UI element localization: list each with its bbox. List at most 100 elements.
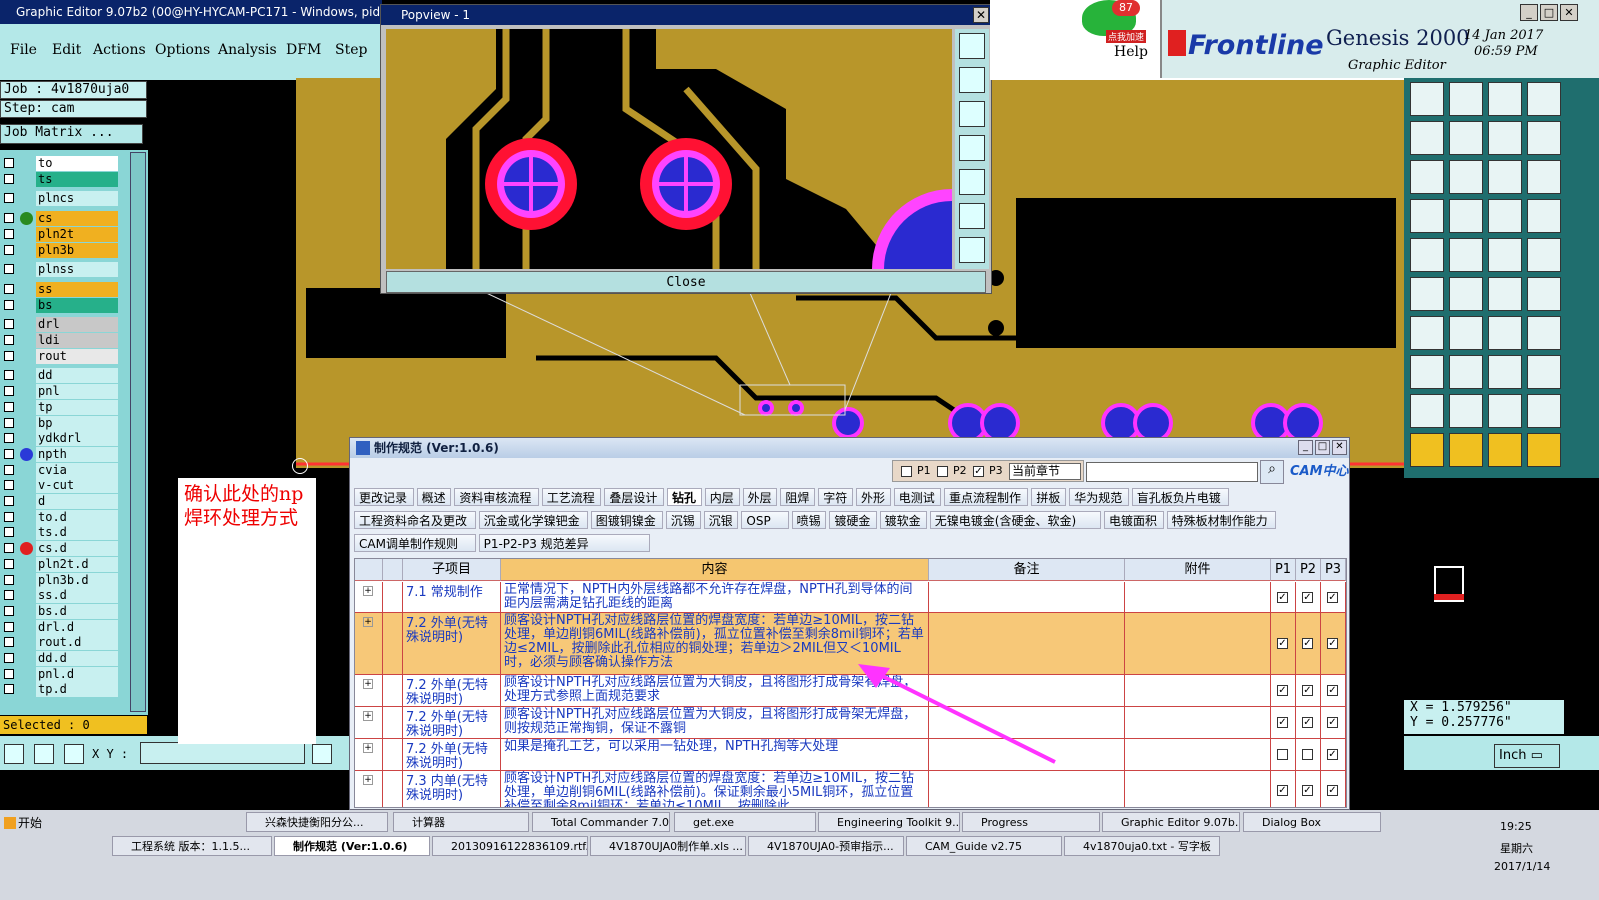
tab-row2-10[interactable]: 电镀面积 bbox=[1104, 511, 1164, 529]
tab-row2-11[interactable]: 特殊板材制作能力 bbox=[1166, 511, 1276, 529]
dash-icon[interactable] bbox=[1449, 355, 1483, 389]
taskbar-item[interactable]: 兴森快捷衡阳分公... bbox=[246, 812, 388, 832]
popview-fit-icon[interactable] bbox=[959, 33, 985, 59]
menu-step[interactable]: Step bbox=[335, 42, 367, 58]
expand-icon[interactable]: + bbox=[363, 617, 373, 627]
filter-p3-checkbox[interactable]: ✓ bbox=[973, 466, 984, 477]
zoom-tool-icon[interactable] bbox=[4, 744, 24, 764]
tab-row1-6[interactable]: 内层 bbox=[704, 488, 740, 506]
popview-close-button[interactable]: Close bbox=[386, 271, 986, 293]
filter-p2-checkbox[interactable] bbox=[937, 466, 948, 477]
tab-row2-7[interactable]: 镀硬金 bbox=[829, 511, 877, 529]
layer-row[interactable]: dd bbox=[0, 368, 120, 384]
row-selector[interactable] bbox=[383, 582, 403, 612]
layer-row[interactable]: npth bbox=[0, 446, 120, 462]
dialog-close-icon[interactable]: ✕ bbox=[1332, 440, 1347, 455]
expand-icon[interactable]: + bbox=[363, 711, 373, 721]
layer-row[interactable]: ts.d bbox=[0, 525, 120, 541]
xy-input[interactable] bbox=[140, 742, 305, 764]
menu-dfm[interactable]: DFM bbox=[286, 42, 321, 58]
layer-row[interactable]: pln3b.d bbox=[0, 572, 120, 588]
layer-row[interactable]: plncs bbox=[0, 191, 120, 207]
menu-edit[interactable]: Edit bbox=[52, 42, 81, 58]
info-icon[interactable] bbox=[312, 744, 332, 764]
layer-row[interactable]: tp.d bbox=[0, 682, 120, 698]
layer-checkbox[interactable] bbox=[4, 621, 14, 632]
expand-icon[interactable]: + bbox=[363, 743, 373, 753]
table-row[interactable]: +7.3 内单(无特殊说明时) 顾客设计NPTH孔对应线路层位置的焊盘宽度：若单边… bbox=[355, 771, 1346, 807]
taskbar-item[interactable]: 4V1870UJA0-预审指示... bbox=[748, 836, 904, 856]
copy-icon[interactable] bbox=[1527, 355, 1561, 389]
popview-pan-down-icon[interactable] bbox=[959, 101, 985, 127]
taskbar-item[interactable]: 4V1870UJA0制作单.xls ... bbox=[590, 836, 746, 856]
arrow3-icon[interactable] bbox=[1488, 433, 1522, 467]
arc-icon[interactable] bbox=[1527, 277, 1561, 311]
arrow-icon[interactable] bbox=[1410, 433, 1444, 467]
tab-row3-0[interactable]: CAM调单制作规则 bbox=[354, 534, 476, 552]
row-selector[interactable] bbox=[383, 771, 403, 807]
tri2-icon[interactable] bbox=[1449, 394, 1483, 428]
tab-row2-2[interactable]: 图镀铜镍金 bbox=[590, 511, 663, 529]
layer-row[interactable]: ss.d bbox=[0, 588, 120, 604]
menu-options[interactable]: Options bbox=[155, 42, 210, 58]
tab-row2-1[interactable]: 沉金或化学镍钯金 bbox=[478, 511, 588, 529]
row-p2-checkbox[interactable]: ✓ bbox=[1302, 591, 1313, 603]
layer-row[interactable]: cs.d bbox=[0, 541, 120, 557]
tab-row1-3[interactable]: 工艺流程 bbox=[541, 488, 602, 506]
layer-row[interactable]: ldi bbox=[0, 333, 120, 348]
popview-canvas[interactable] bbox=[386, 29, 952, 269]
arrow2-icon[interactable] bbox=[1449, 433, 1483, 467]
netlist-icon[interactable] bbox=[1527, 199, 1561, 233]
tab-row1-5[interactable]: 钻孔 bbox=[667, 488, 702, 506]
row-p2-checkbox[interactable] bbox=[1302, 749, 1313, 760]
row-p1-checkbox[interactable] bbox=[1277, 749, 1288, 760]
overview-panel[interactable] bbox=[1404, 478, 1599, 700]
layer-checkbox[interactable] bbox=[4, 401, 14, 412]
tri3-icon[interactable] bbox=[1488, 394, 1522, 428]
layer-row[interactable]: ss bbox=[0, 281, 120, 297]
expand-icon[interactable]: + bbox=[363, 679, 373, 689]
taskbar-item[interactable]: 20130916122836109.rtf... bbox=[432, 836, 588, 856]
back-icon[interactable] bbox=[1410, 121, 1444, 155]
mirror-icon[interactable] bbox=[1527, 316, 1561, 350]
layer-checkbox[interactable] bbox=[4, 283, 14, 294]
layer-checkbox[interactable] bbox=[4, 386, 14, 397]
layer-checkbox[interactable] bbox=[4, 464, 14, 475]
layer-checkbox[interactable] bbox=[4, 433, 14, 444]
layer-row[interactable]: dd.d bbox=[0, 651, 120, 666]
layer-checkbox[interactable] bbox=[4, 543, 14, 554]
split-icon[interactable] bbox=[1488, 355, 1522, 389]
row-p2-checkbox[interactable]: ✓ bbox=[1302, 685, 1313, 696]
row-p3-checkbox[interactable]: ✓ bbox=[1327, 638, 1338, 649]
tab-row1-1[interactable]: 概述 bbox=[416, 488, 452, 506]
layer-checkbox[interactable] bbox=[4, 417, 14, 428]
layer-checkbox[interactable] bbox=[4, 173, 14, 184]
tab-row1-9[interactable]: 字符 bbox=[818, 488, 853, 506]
measure-icon[interactable] bbox=[1488, 238, 1522, 272]
tab-row1-10[interactable]: 外形 bbox=[856, 488, 891, 506]
tab-row1-15[interactable]: 盲孔板负片电镀 bbox=[1131, 488, 1229, 506]
row-p3-checkbox[interactable]: ✓ bbox=[1327, 717, 1338, 728]
layer-row[interactable]: bs bbox=[0, 297, 120, 313]
rotate-icon[interactable] bbox=[1488, 316, 1522, 350]
layer-row[interactable]: pln3b bbox=[0, 242, 120, 258]
tab-row1-4[interactable]: 叠层设计 bbox=[604, 488, 664, 506]
layer-row[interactable]: cs bbox=[0, 211, 120, 227]
line-icon[interactable] bbox=[1488, 277, 1522, 311]
layer-row[interactable]: d bbox=[0, 494, 120, 509]
taskbar-item[interactable]: 计算器 bbox=[393, 812, 529, 832]
taskbar-item[interactable]: Engineering Toolkit 9.... bbox=[818, 812, 960, 832]
layer-checkbox[interactable] bbox=[4, 244, 14, 255]
flip-icon[interactable] bbox=[1449, 238, 1483, 272]
slope-icon[interactable] bbox=[1449, 316, 1483, 350]
layer-checkbox[interactable] bbox=[4, 637, 14, 648]
tab-row3-1[interactable]: P1-P2-P3 规范差异 bbox=[478, 534, 650, 552]
layer-row[interactable]: pnl.d bbox=[0, 666, 120, 682]
taskbar-item[interactable]: 工程系统 版本：1.1.5... bbox=[112, 836, 272, 856]
layer-row[interactable]: rout bbox=[0, 348, 120, 364]
taskbar-item[interactable]: get.exe bbox=[674, 812, 816, 832]
layer-checkbox[interactable] bbox=[4, 158, 14, 168]
expand-icon[interactable]: + bbox=[363, 775, 373, 785]
layer-row[interactable]: bs.d bbox=[0, 603, 120, 619]
layer-row[interactable]: pln2t bbox=[0, 226, 120, 242]
